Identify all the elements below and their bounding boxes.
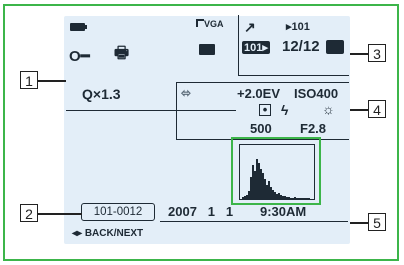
histogram-frame xyxy=(231,137,321,205)
white-balance-icon: ☼ xyxy=(322,101,335,117)
callout-1-label: 1 xyxy=(25,73,33,89)
folder-top-label: ▸101 xyxy=(286,20,310,33)
zoom-value: ×1.3 xyxy=(92,86,121,102)
callout-3-label: 3 xyxy=(373,46,381,62)
zoom-magnifier-icon: Q xyxy=(82,86,93,102)
callout-5: 5 xyxy=(368,213,386,231)
memory-stick-icon: ⬄ xyxy=(181,86,192,100)
flash-icon: ϟ xyxy=(281,102,289,118)
protect-key-icon: O━ xyxy=(69,48,90,65)
file-number-box: 101-0012 xyxy=(81,203,155,221)
zoom-indicator: Q×1.3 xyxy=(82,86,121,102)
callout-4: 4 xyxy=(368,100,386,118)
shutter-speed: 500 xyxy=(250,121,272,136)
callout-2: 2 xyxy=(20,204,38,222)
lcd-screen: VGA O━ 🖶 Q×1.3 ↗ ▸101 101▸ 12/12 ⬄ +2.0E… xyxy=(64,15,350,244)
folder-number-value: 101 xyxy=(244,42,263,54)
callout-3-leader xyxy=(350,53,368,55)
metering-spot-icon: • xyxy=(259,103,271,116)
callout-5-label: 5 xyxy=(373,215,381,231)
callout-2-leader xyxy=(38,213,82,215)
callout-4-label: 4 xyxy=(373,102,381,118)
aperture-value: F2.8 xyxy=(300,121,327,136)
file-number: 101-0012 xyxy=(93,206,143,218)
callout-1-leader xyxy=(38,80,66,82)
image-count: 12/12 xyxy=(282,38,320,55)
iso-value: ISO400 xyxy=(294,86,339,101)
callout-2-label: 2 xyxy=(25,206,33,222)
folder-icon xyxy=(199,44,215,55)
folder-top-value: 101 xyxy=(291,21,310,33)
callout-3: 3 xyxy=(368,44,386,62)
recording-time: 9:30AM xyxy=(260,204,307,219)
nav-label: BACK/NEXT xyxy=(84,228,144,239)
callout-5-leader xyxy=(350,222,368,224)
exposure-value: +2.0EV xyxy=(237,86,281,101)
battery-tip xyxy=(85,25,87,29)
nav-hint: ◂▸ BACK/NEXT xyxy=(72,228,143,239)
image-size-label: VGA xyxy=(196,19,224,29)
camera-mode-icon xyxy=(326,40,344,54)
left-right-arrow-icon: ◂▸ xyxy=(72,228,83,239)
folder-number-badge: 101▸ xyxy=(242,41,270,54)
image-size-value: VGA xyxy=(204,19,224,29)
histogram-bar xyxy=(308,198,310,199)
callout-4-leader xyxy=(350,109,368,111)
panel-5-outline xyxy=(160,221,348,222)
battery-icon xyxy=(70,23,85,31)
callout-1: 1 xyxy=(20,71,38,89)
histogram xyxy=(239,144,315,200)
record-mode-icon: ↗ xyxy=(244,19,256,35)
recording-date: 2007 1 1 xyxy=(168,204,234,219)
print-order-icon: 🖶 xyxy=(114,45,130,62)
